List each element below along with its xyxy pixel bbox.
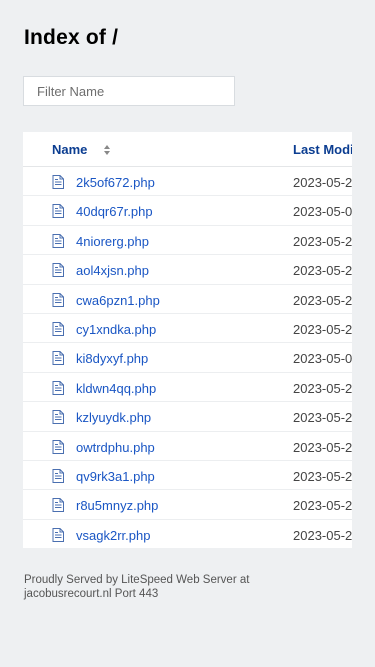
file-date: 2023-05-2	[293, 498, 352, 514]
table-row: aol4xjsn.php 2023-05-2	[23, 255, 352, 285]
file-icon	[52, 263, 64, 278]
file-link[interactable]: aol4xjsn.php	[76, 263, 149, 278]
file-icon	[52, 410, 64, 425]
file-icon	[52, 233, 64, 248]
file-link[interactable]: cwa6pzn1.php	[76, 293, 160, 308]
file-date: 2023-05-2	[293, 439, 352, 455]
table-row: 2k5of672.php 2023-05-2	[23, 167, 352, 197]
file-icon	[52, 175, 64, 189]
table-row: kzlyuydk.php 2023-05-2	[23, 402, 352, 432]
file-link[interactable]: kldwn4qq.php	[76, 381, 156, 396]
table-row: owtrdphu.php 2023-05-2	[23, 432, 352, 461]
file-link[interactable]: kzlyuydk.php	[76, 410, 151, 425]
file-icon	[52, 498, 64, 513]
file-date: 2023-05-0	[293, 204, 352, 220]
file-icon	[52, 321, 64, 336]
file-date: 2023-05-2	[293, 175, 352, 190]
file-date: 2023-05-2	[293, 410, 352, 426]
file-list: 2k5of672.php 2023-05-2 40dqr67r.php 2023-05…	[23, 167, 352, 548]
last-modified-column-header[interactable]: Last Modified	[293, 142, 352, 157]
file-link[interactable]: 2k5of672.php	[76, 175, 155, 190]
table-row: cy1xndka.php 2023-05-2	[23, 314, 352, 344]
file-date: 2023-05-2	[293, 380, 352, 396]
file-icon	[52, 380, 64, 395]
page-title: Index of /	[24, 26, 119, 49]
server-footer: Proudly Served by LiteSpeed Web Server a…	[24, 574, 250, 600]
file-date: 2023-05-0	[293, 351, 352, 367]
file-link[interactable]: ki8dyxyf.php	[76, 351, 148, 366]
file-link[interactable]: cy1xndka.php	[76, 322, 156, 337]
table-row: vsagk2rr.php 2023-05-2	[23, 520, 352, 548]
file-link[interactable]: qv9rk3a1.php	[76, 469, 155, 484]
file-icon	[52, 527, 64, 542]
file-link[interactable]: 40dqr67r.php	[76, 204, 153, 219]
file-link[interactable]: r8u5mnyz.php	[76, 498, 158, 513]
table-row: r8u5mnyz.php 2023-05-2	[23, 490, 352, 520]
file-link[interactable]: vsagk2rr.php	[76, 528, 150, 543]
name-column-header[interactable]: Name	[52, 142, 87, 157]
file-icon	[52, 292, 64, 307]
table-row: ki8dyxyf.php 2023-05-0	[23, 343, 352, 373]
table-row: 40dqr67r.php 2023-05-0	[23, 196, 352, 226]
file-link[interactable]: owtrdphu.php	[76, 440, 155, 455]
file-icon	[52, 439, 64, 454]
filter-name-input[interactable]	[23, 76, 235, 106]
table-row: kldwn4qq.php 2023-05-2	[23, 373, 352, 403]
file-icon	[52, 204, 64, 219]
file-date: 2023-05-2	[293, 292, 352, 308]
file-date: 2023-05-2	[293, 527, 352, 543]
file-date: 2023-05-2	[293, 263, 352, 279]
file-date: 2023-05-2	[293, 321, 352, 337]
table-row: cwa6pzn1.php 2023-05-2	[23, 285, 352, 314]
table-header: Name Last Modified	[23, 132, 352, 167]
file-icon	[52, 468, 64, 483]
file-date: 2023-05-2	[293, 468, 352, 484]
file-table: Name Last Modified 2k5of672.php 2023-05-2…	[23, 132, 352, 548]
file-date: 2023-05-2	[293, 233, 352, 249]
sort-icon[interactable]	[103, 144, 111, 156]
file-icon	[52, 351, 64, 366]
file-link[interactable]: 4niorerg.php	[76, 234, 149, 249]
table-row: 4niorerg.php 2023-05-2	[23, 226, 352, 256]
table-row: qv9rk3a1.php 2023-05-2	[23, 461, 352, 491]
